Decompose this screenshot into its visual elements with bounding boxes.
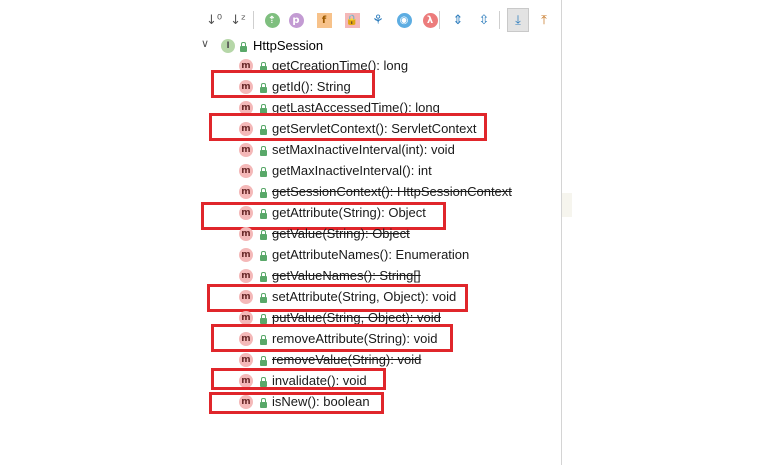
sort-by-visibility-icon: ↓⁰ [205, 12, 223, 28]
method-icon: m [239, 353, 253, 367]
method-icon: m [239, 248, 253, 262]
tree-method-row[interactable]: m getSessionContext(): HttpSessionContext [195, 182, 561, 203]
lock-icon [260, 188, 267, 198]
method-label: removeValue(String): void [272, 352, 422, 367]
show-non-public-button[interactable]: 🔒 [341, 8, 363, 32]
highlight-box [211, 368, 386, 390]
method-icon: m [239, 185, 253, 199]
collapse-all-button[interactable]: ⇳ [473, 8, 495, 32]
show-lambdas-button[interactable]: ◉ [393, 8, 415, 32]
method-icon: m [239, 269, 253, 283]
structure-toolbar: ↓⁰ ↓ᶻ ⇡ p f 🔒 ⚘ ◉ λ ⇕ ⇳ ⤓ ⤒ [195, 8, 561, 34]
show-non-public-icon: 🔒 [344, 12, 360, 28]
sort-alphabetically-button[interactable]: ↓ᶻ [227, 8, 249, 32]
autoscroll-from-source-button[interactable]: ⤒ [533, 8, 555, 32]
editor-scroll-marker [562, 193, 572, 217]
toolbar-separator [439, 11, 440, 29]
autoscroll-from-source-icon: ⤒ [541, 12, 547, 28]
lock-icon [260, 146, 267, 156]
show-inherited-button[interactable]: ⇡ [261, 8, 283, 32]
show-anonymous-icon: ⚘ [372, 12, 384, 28]
method-label: putValue(String, Object): void [272, 310, 441, 325]
method-label: getMaxInactiveInterval(): int [272, 163, 432, 178]
method-label: getSessionContext(): HttpSessionContext [272, 184, 512, 199]
method-icon: m [239, 164, 253, 178]
interface-icon: I [221, 39, 235, 53]
show-properties-button[interactable]: p [285, 8, 307, 32]
panel-divider [561, 0, 562, 465]
method-label: getValueNames(): String[] [272, 268, 421, 283]
expand-all-button[interactable]: ⇕ [447, 8, 469, 32]
toolbar-separator [499, 11, 500, 29]
tree-method-row[interactable]: m getAttributeNames(): Enumeration [195, 245, 561, 266]
tree-method-row[interactable]: m getValue(String): Object [195, 224, 561, 245]
chevron-down-icon[interactable]: ∨ [201, 37, 209, 50]
structure-panel: ↓⁰ ↓ᶻ ⇡ p f 🔒 ⚘ ◉ λ ⇕ ⇳ ⤓ ⤒ ∨ I HttpSession m getCrea… [195, 0, 561, 465]
show-lambdas-icon: ◉ [396, 12, 412, 28]
tree-root-httpsession[interactable]: ∨ I HttpSession [195, 36, 561, 56]
highlight-box [211, 70, 375, 98]
sort-by-visibility-button[interactable]: ↓⁰ [203, 8, 225, 32]
method-icon: m [239, 227, 253, 241]
method-icon: m [239, 311, 253, 325]
root-label: HttpSession [253, 38, 324, 53]
autoscroll-to-source-icon: ⤓ [515, 12, 521, 28]
show-inherited-icon: ⇡ [264, 12, 280, 28]
autoscroll-to-source-button[interactable]: ⤓ [507, 8, 529, 32]
lock-icon [260, 272, 267, 282]
lock-icon [260, 230, 267, 240]
toolbar-separator [253, 11, 254, 29]
method-label: setMaxInactiveInterval(int): void [272, 142, 455, 157]
tree-method-row[interactable]: m setMaxInactiveInterval(int): void [195, 140, 561, 161]
highlight-box [209, 113, 487, 141]
show-anonymous-button[interactable]: ⚘ [367, 8, 389, 32]
expand-all-icon: ⇕ [452, 12, 464, 28]
highlight-box [211, 324, 453, 352]
lock-icon [260, 167, 267, 177]
show-lambda-icon: λ [422, 12, 438, 28]
show-fields-button[interactable]: f [313, 8, 335, 32]
sort-alphabetically-icon: ↓ᶻ [230, 12, 246, 28]
method-label: getAttributeNames(): Enumeration [272, 247, 470, 262]
method-icon: m [239, 143, 253, 157]
lock-icon [260, 356, 267, 366]
show-properties-icon: p [288, 12, 304, 28]
highlight-box [209, 392, 384, 414]
method-label: getValue(String): Object [272, 226, 410, 241]
tree-method-row[interactable]: m getMaxInactiveInterval(): int [195, 161, 561, 182]
show-lambda-button[interactable]: λ [419, 8, 441, 32]
collapse-all-icon: ⇳ [478, 12, 490, 28]
show-fields-icon: f [316, 12, 332, 28]
lock-icon [240, 42, 247, 52]
lock-icon [260, 251, 267, 261]
